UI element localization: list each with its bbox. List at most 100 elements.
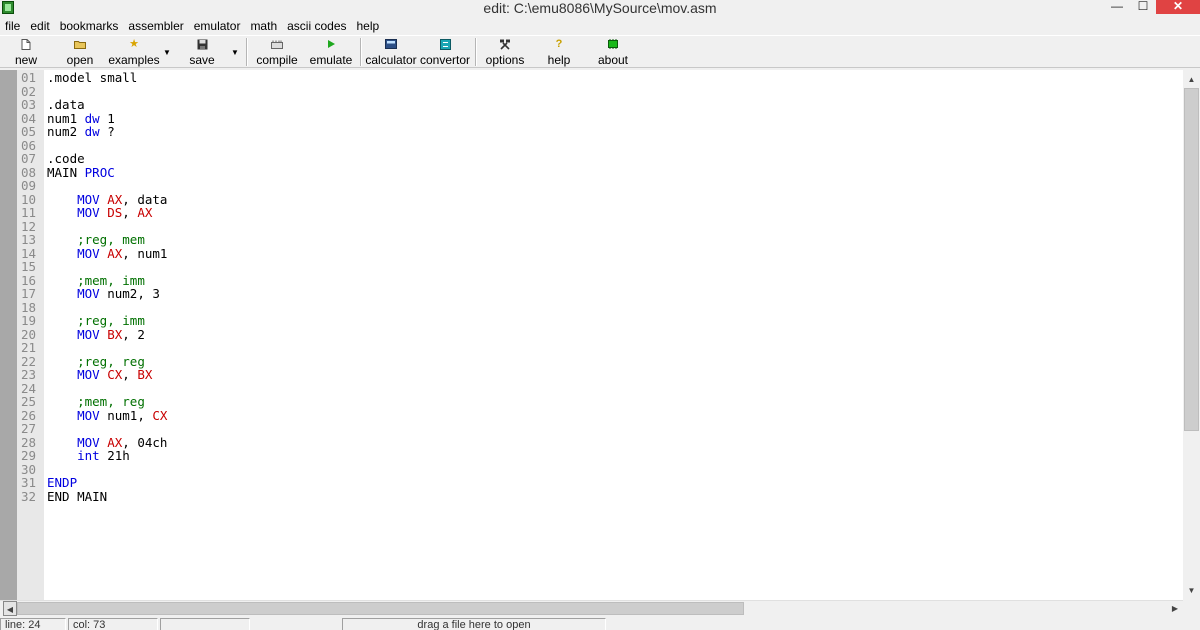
star-icon: ★ (129, 38, 139, 50)
scroll-right-arrow[interactable]: ▶ (1167, 601, 1183, 616)
compile-icon (271, 39, 283, 50)
horizontal-scrollbar[interactable]: ◀ ▶ (0, 600, 1183, 616)
code-line[interactable]: 14 MOV AX, num1 (0, 247, 1183, 261)
code-line[interactable]: 12 (0, 220, 1183, 234)
code-line[interactable]: 26 MOV num1, CX (0, 409, 1183, 423)
code-text: int 21h (47, 449, 130, 462)
save-button[interactable]: save (184, 36, 220, 68)
register-token: BX (107, 326, 123, 342)
chip-icon (607, 39, 619, 50)
convertor-icon (439, 39, 451, 50)
text-token: , (122, 367, 138, 382)
code-line[interactable]: 31 ENDP (0, 476, 1183, 490)
code-line[interactable]: 02 (0, 85, 1183, 99)
play-icon (325, 39, 337, 50)
code-line[interactable]: 29 int 21h (0, 449, 1183, 463)
horizontal-scroll-thumb[interactable] (17, 602, 744, 615)
code-line[interactable]: 11 MOV DS, AX (0, 206, 1183, 220)
line-number: 12 (21, 218, 37, 234)
maximize-button[interactable]: ☐ (1130, 0, 1156, 14)
code-line[interactable]: 24 (0, 382, 1183, 396)
status-empty-panel (160, 618, 250, 630)
question-bulb-icon: ? (555, 38, 563, 50)
code-line[interactable]: 30 (0, 463, 1183, 477)
line-number: 08 (21, 164, 37, 180)
convertor-button[interactable]: convertor (420, 36, 470, 68)
code-line[interactable]: 04 num1 dw 1 (0, 112, 1183, 126)
code-line[interactable]: 25 ;mem, reg (0, 395, 1183, 409)
code-line[interactable]: 03 .data (0, 98, 1183, 112)
code-line[interactable]: 06 (0, 139, 1183, 153)
line-number: 18 (21, 299, 37, 315)
vertical-scrollbar[interactable]: ▲ ▼ (1183, 70, 1200, 600)
line-number: 01 (21, 70, 37, 85)
line-number: 14 (21, 245, 37, 261)
code-line[interactable]: 32 END MAIN (0, 490, 1183, 504)
code-line[interactable]: 07 .code (0, 152, 1183, 166)
text-token: .model small (47, 70, 138, 85)
open-button[interactable]: open (60, 36, 100, 68)
line-number: 13 (21, 232, 37, 247)
menu-emulator[interactable]: emulator (189, 17, 246, 35)
line-number: 23 (21, 367, 37, 382)
code-line[interactable]: 28 MOV AX, 04ch (0, 436, 1183, 450)
close-button[interactable]: ✕ (1156, 0, 1200, 14)
scroll-left-arrow[interactable]: ◀ (3, 601, 17, 616)
register-token: CX (107, 367, 123, 382)
code-editor[interactable]: 01 .model small 02 03 .data 04 num1 dw 1 05 num2… (0, 70, 1183, 600)
vertical-scroll-thumb[interactable] (1184, 88, 1199, 431)
code-line[interactable]: 16 ;mem, imm (0, 274, 1183, 288)
document-icon (20, 39, 32, 50)
code-line[interactable]: 05 num2 dw ? (0, 125, 1183, 139)
save-dropdown-arrow[interactable]: ▼ (231, 48, 239, 57)
about-button[interactable]: about (594, 36, 632, 68)
code-line[interactable]: 15 (0, 260, 1183, 274)
options-button[interactable]: options (483, 36, 527, 68)
code-text: ;reg, reg (47, 355, 145, 368)
status-bar: line: 24 col: 73 drag a file here to ope… (0, 616, 1200, 630)
help-button[interactable]: ? help (541, 36, 577, 68)
toolbar-separator (360, 38, 362, 66)
code-line[interactable]: 22 ;reg, reg (0, 355, 1183, 369)
menu-math[interactable]: math (245, 17, 282, 35)
code-line[interactable]: 18 (0, 301, 1183, 315)
keyword-token: MOV (77, 286, 100, 301)
code-line[interactable]: 09 (0, 179, 1183, 193)
line-number: 29 (21, 448, 37, 463)
text-token: 21h (99, 448, 130, 463)
menu-ascii-codes[interactable]: ascii codes (282, 17, 351, 35)
menu-edit[interactable]: edit (25, 17, 54, 35)
emulate-button[interactable]: emulate (308, 36, 354, 68)
line-number: 22 (21, 353, 37, 369)
code-line[interactable]: 10 MOV AX, data (0, 193, 1183, 207)
code-text: ;reg, mem (47, 233, 145, 246)
calculator-button[interactable]: calculator (365, 36, 417, 68)
tools-icon (499, 39, 511, 50)
code-line[interactable]: 20 MOV BX, 2 (0, 328, 1183, 342)
menu-help[interactable]: help (352, 17, 385, 35)
text-token: , 2 (122, 326, 145, 342)
code-line[interactable]: 17 MOV num2, 3 (0, 287, 1183, 301)
menu-assembler[interactable]: assembler (123, 17, 188, 35)
code-text: MOV num2, 3 (47, 287, 160, 300)
new-button[interactable]: new (6, 36, 46, 68)
examples-button[interactable]: ★ examples (106, 36, 162, 68)
examples-dropdown-arrow[interactable]: ▼ (163, 48, 171, 57)
code-line[interactable]: 21 (0, 341, 1183, 355)
code-text: MOV CX, BX (47, 368, 152, 381)
compile-button[interactable]: compile (253, 36, 301, 68)
code-line[interactable]: 01 .model small (0, 71, 1183, 85)
menu-file[interactable]: file (0, 17, 25, 35)
code-line[interactable]: 23 MOV CX, BX (0, 368, 1183, 382)
code-line[interactable]: 19 ;reg, imm (0, 314, 1183, 328)
menu-bookmarks[interactable]: bookmarks (55, 17, 124, 35)
scroll-up-arrow[interactable]: ▲ (1183, 72, 1200, 87)
scroll-down-arrow[interactable]: ▼ (1183, 583, 1200, 598)
line-number: 03 (21, 97, 37, 112)
code-line[interactable]: 27 (0, 422, 1183, 436)
code-line[interactable]: 08 MAIN PROC (0, 166, 1183, 180)
register-token: AX (137, 205, 153, 220)
minimize-button[interactable]: — (1104, 0, 1130, 14)
code-line[interactable]: 13 ;reg, mem (0, 233, 1183, 247)
